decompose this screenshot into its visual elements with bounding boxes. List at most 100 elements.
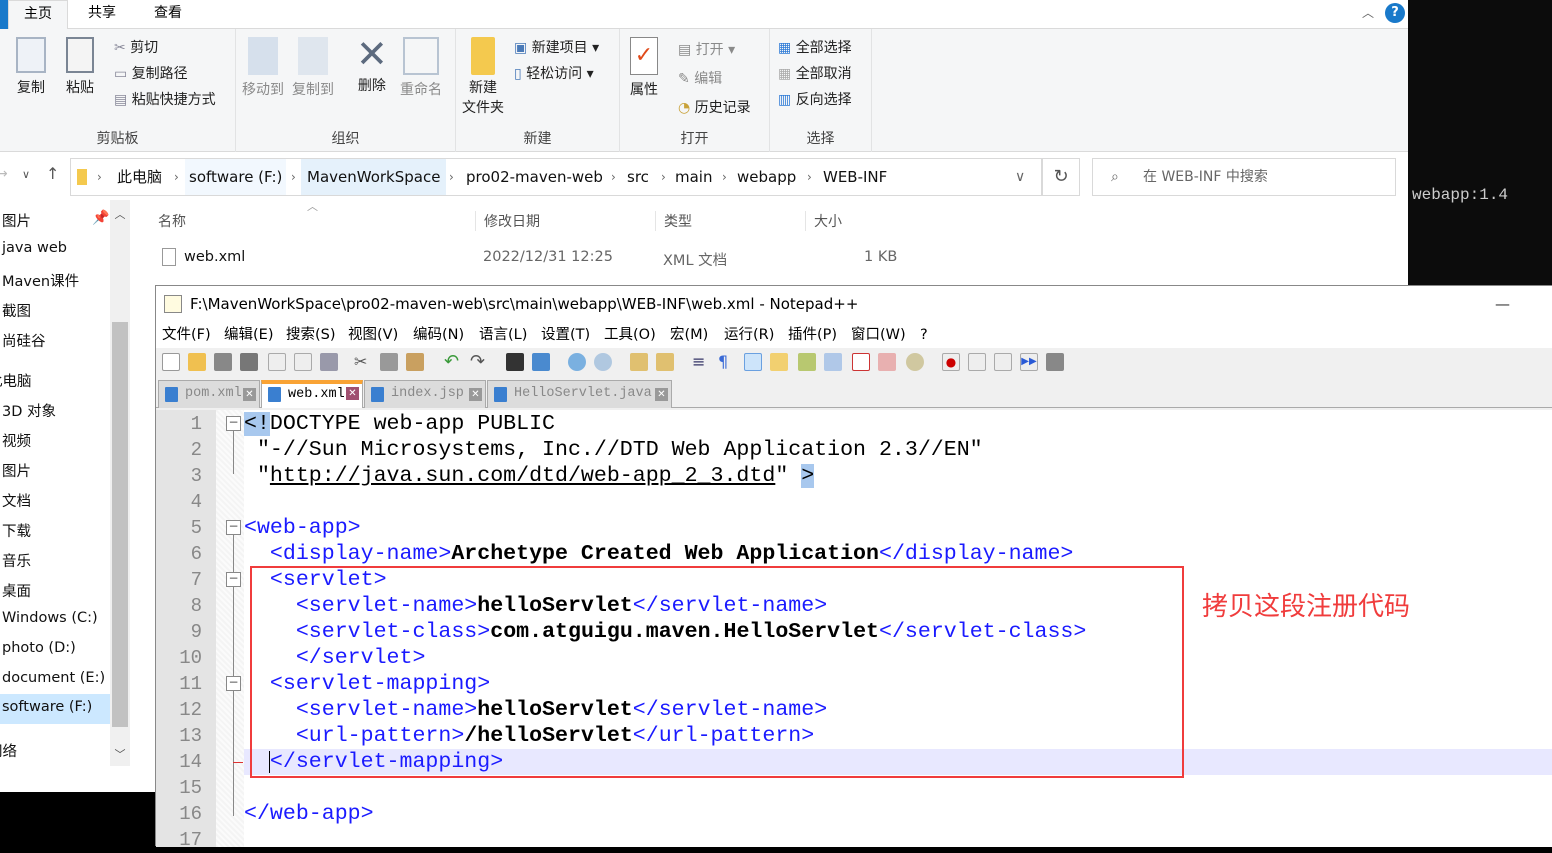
tab-home[interactable]: 主页 [8,0,68,30]
column-name[interactable]: 名称 [158,211,186,231]
close-tab-icon[interactable]: ✕ [655,388,668,401]
sync-vertical-icon[interactable] [630,353,648,371]
select-all-button[interactable]: ▦ 全部选择 [778,37,852,57]
tab-view[interactable]: 查看 [136,0,200,29]
tab-helloservlet-java[interactable]: HelloServlet.java ✕ [487,380,672,408]
menu-macro[interactable]: 宏(M) [670,322,708,348]
breadcrumb-web-inf[interactable]: WEB-INF [823,159,887,195]
find-icon[interactable] [506,353,524,371]
scroll-up-icon[interactable]: ︿ [110,206,130,222]
word-wrap-icon[interactable]: ≡ [692,353,710,371]
nav-item[interactable]: 此电脑 [0,370,32,391]
nav-item[interactable]: photo (D:) [2,640,76,656]
nav-item[interactable]: document (E:) [2,670,105,686]
save-macro-icon[interactable] [1046,353,1064,371]
stop-macro-icon[interactable] [968,353,986,371]
breadcrumb-this-pc[interactable]: 此电脑 [117,159,162,195]
menu-run[interactable]: 运行(R) [724,322,774,348]
save-all-icon[interactable] [240,353,258,371]
menu-language[interactable]: 语言(L) [479,322,527,348]
open-file-icon[interactable] [188,353,206,371]
paste-button[interactable]: 粘贴 [66,37,94,97]
paste-shortcut-button[interactable]: ▤ 粘贴快捷方式 [114,89,216,109]
tab-pom-xml[interactable]: pom.xml ✕ [158,380,260,408]
scroll-down-icon[interactable]: ﹀ [110,746,130,762]
nav-item[interactable]: java web [2,240,67,256]
show-all-chars-icon[interactable]: ¶ [718,353,736,371]
copy-icon[interactable] [380,353,398,371]
open-button[interactable]: ▤ 打开 ▾ [678,39,735,59]
udl-icon[interactable] [770,353,788,371]
copy-path-button[interactable]: ▭ 复制路径 [114,63,188,83]
indent-guide-icon[interactable] [744,353,762,371]
column-size[interactable]: 大小 [805,211,842,231]
close-tab-icon[interactable]: ✕ [469,388,482,401]
tab-index-jsp[interactable]: index.jsp ✕ [364,380,486,408]
minimize-button[interactable]: — [1495,286,1510,322]
nav-scrollbar[interactable]: ︿ ﹀ [110,200,130,766]
close-all-icon[interactable] [294,353,312,371]
menu-tools[interactable]: 工具(O) [604,322,656,348]
breadcrumb-webapp[interactable]: webapp [737,159,796,195]
cut-button[interactable]: ✂ 剪切 [114,37,158,57]
nav-item[interactable]: 音乐 [2,550,31,571]
history-button[interactable]: ◔ 历史记录 [678,97,751,117]
menu-plugins[interactable]: 插件(P) [788,322,837,348]
nav-item[interactable]: 下载 [2,520,31,541]
play-multiple-icon[interactable]: ▶▶ [1020,353,1038,371]
fold-toggle-icon[interactable]: − [226,520,241,535]
paste-icon[interactable] [406,353,424,371]
function-list-icon[interactable] [824,353,842,371]
doc-map-icon[interactable] [798,353,816,371]
nav-item[interactable]: 图片 [2,210,31,231]
recent-dropdown-icon[interactable]: ∨ [22,168,30,181]
close-tab-icon[interactable]: ✕ [243,388,256,401]
fold-toggle-icon[interactable]: − [226,416,241,431]
properties-button[interactable]: ✓ 属性 [630,37,658,99]
fold-toggle-icon[interactable]: − [226,676,241,691]
folder-as-workspace-icon[interactable] [852,353,870,371]
ribbon-collapse-icon[interactable]: ︿ [1362,4,1374,21]
refresh-button[interactable]: ↻ [1042,158,1080,196]
nav-item[interactable]: 3D 对象 [2,400,56,421]
scrollbar-thumb[interactable] [112,322,128,727]
tab-web-xml[interactable]: web.xml ✕ [261,380,363,408]
zoom-in-icon[interactable] [568,353,586,371]
copy-to-button[interactable]: 复制到 [292,37,334,99]
menu-settings[interactable]: 设置(T) [541,322,590,348]
nav-item[interactable]: Windows (C:) [2,610,98,626]
menu-search[interactable]: 搜索(S) [286,322,336,348]
fold-toggle-icon[interactable]: − [226,572,241,587]
doc-list-icon[interactable] [878,353,896,371]
breadcrumb-main[interactable]: main [675,159,712,195]
file-row[interactable]: web.xml 2022/12/31 12:25 XML 文档 1 KB [150,246,910,272]
easy-access-button[interactable]: ▯ 轻松访问 ▾ [514,63,594,83]
nav-item[interactable]: 图片 [2,460,31,481]
menu-window[interactable]: 窗口(W) [851,322,906,348]
address-dropdown-icon[interactable]: ∨ [1015,159,1025,195]
close-file-icon[interactable] [268,353,286,371]
close-tab-icon[interactable]: ✕ [346,387,359,400]
menu-help[interactable]: ? [920,322,928,348]
delete-button[interactable]: ✕ 删除 [356,33,388,95]
invert-selection-button[interactable]: ▥ 反向选择 [778,89,852,109]
replace-icon[interactable] [532,353,550,371]
column-date[interactable]: 修改日期 [475,211,540,231]
search-input[interactable]: ⌕ 在 WEB-INF 中搜索 [1092,158,1396,196]
rename-button[interactable]: 重命名 [400,37,442,99]
address-bar[interactable]: › 此电脑 › software (F:) › MavenWorkSpace ›… [70,158,1042,196]
column-type[interactable]: 类型 [655,211,692,231]
breadcrumb-mavenworkspace[interactable]: MavenWorkSpace [301,159,447,195]
nav-item[interactable]: 文档 [2,490,31,511]
select-none-button[interactable]: ▦ 全部取消 [778,63,852,83]
print-icon[interactable] [320,353,338,371]
new-folder-button[interactable]: 新建 文件夹 [462,37,504,117]
nav-item[interactable]: 尚硅谷 [2,330,46,351]
nav-item[interactable]: 桌面 [2,580,31,601]
back-icon[interactable]: → [0,166,8,182]
edit-button[interactable]: ✎ 编辑 [678,68,722,88]
menu-edit[interactable]: 编辑(E) [224,322,273,348]
nav-item[interactable]: 网络 [0,740,17,761]
monitoring-icon[interactable] [906,353,924,371]
menu-file[interactable]: 文件(F) [162,322,211,348]
